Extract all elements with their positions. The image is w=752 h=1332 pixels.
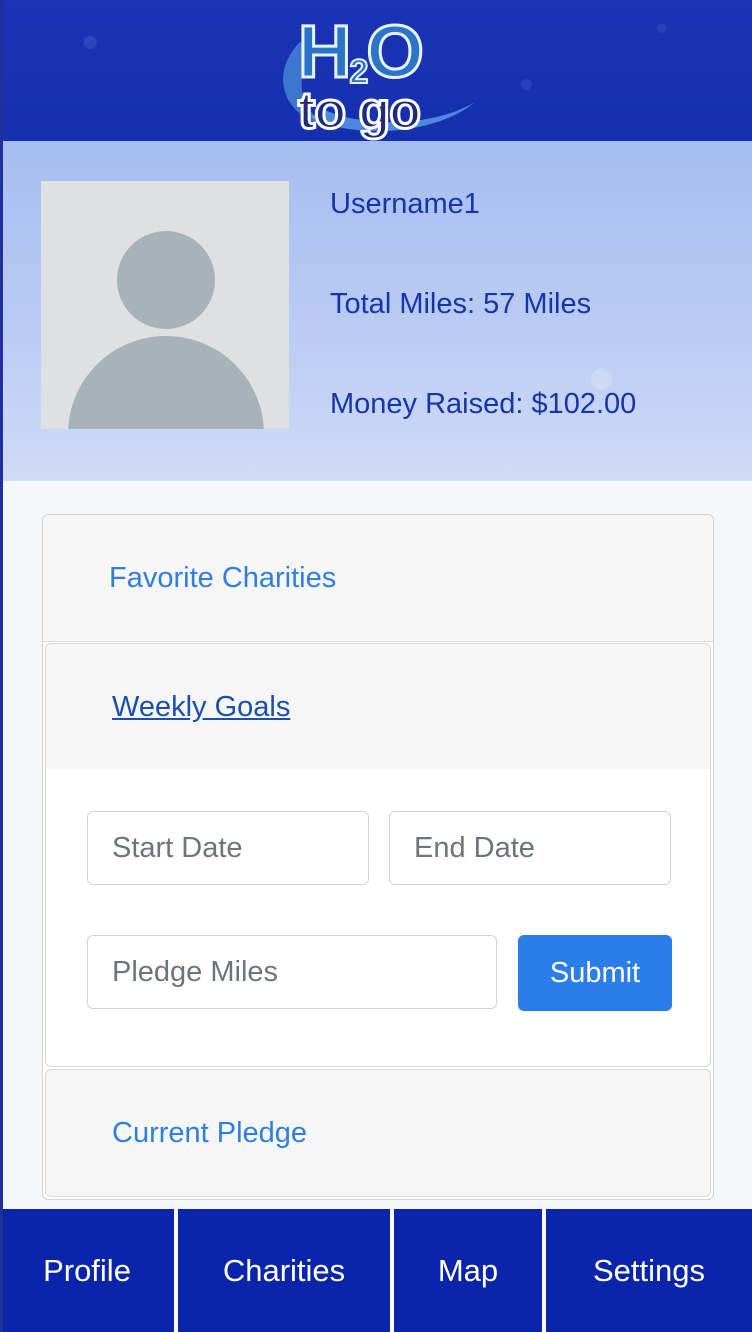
nav-profile[interactable]: Profile <box>0 1209 174 1332</box>
app-header: H2O to go <box>0 0 752 142</box>
pledge-miles-input[interactable] <box>87 935 497 1009</box>
profile-summary: Username1 Total Miles: 57 Miles Money Ra… <box>0 141 752 481</box>
submit-button[interactable]: Submit <box>518 935 672 1011</box>
total-miles-label: Total Miles: 57 Miles <box>330 288 592 320</box>
weekly-goals-link[interactable]: Weekly Goals <box>112 691 290 724</box>
nav-map[interactable]: Map <box>394 1209 542 1332</box>
accordion-weekly-goals[interactable]: Weekly Goals <box>45 643 711 770</box>
avatar-head-icon <box>117 231 215 329</box>
h2o-to-go-logo[interactable]: H2O to go <box>270 10 482 142</box>
start-date-input[interactable] <box>87 811 369 885</box>
money-raised-label: Money Raised: $102.00 <box>330 388 637 420</box>
goals-accordion: Favorite Charities Weekly Goals Submit C… <box>42 514 714 1200</box>
weekly-goals-form: Submit <box>45 769 711 1067</box>
accordion-current-pledge[interactable]: Current Pledge <box>45 1069 711 1197</box>
left-edge-border <box>0 0 3 1332</box>
accordion-favorite-charities[interactable]: Favorite Charities <box>43 515 713 642</box>
avatar-placeholder[interactable] <box>41 181 289 429</box>
nav-settings[interactable]: Settings <box>546 1209 752 1332</box>
logo-to-go-text: to go <box>296 81 422 142</box>
current-pledge-link[interactable]: Current Pledge <box>112 1117 307 1150</box>
end-date-input[interactable] <box>389 811 671 885</box>
nav-charities[interactable]: Charities <box>178 1209 390 1332</box>
favorite-charities-link[interactable]: Favorite Charities <box>109 562 336 595</box>
bottom-nav: Profile Charities Map Settings <box>0 1209 752 1332</box>
username-label: Username1 <box>330 188 480 220</box>
avatar-body-icon <box>68 336 264 429</box>
